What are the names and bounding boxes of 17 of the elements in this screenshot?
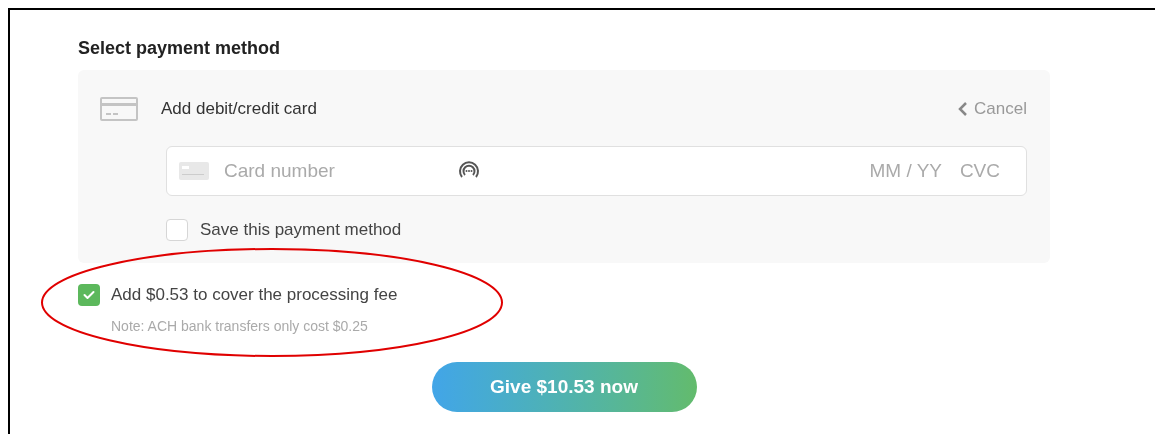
card-option-title: Add debit/credit card bbox=[161, 98, 317, 121]
expiry-input[interactable]: MM / YY bbox=[852, 156, 942, 186]
chevron-left-icon bbox=[958, 101, 969, 117]
card-input-field[interactable]: Card number MM / YY CVC bbox=[166, 146, 1027, 196]
fee-note: Note: ACH bank transfers only cost $0.25 bbox=[111, 317, 369, 336]
card-icon bbox=[179, 162, 209, 180]
save-option-label: Save this payment method bbox=[200, 219, 402, 241]
checkbox[interactable] bbox=[166, 218, 188, 241]
cancel-link[interactable]: Cancel bbox=[958, 96, 1027, 122]
fee-option-label: Add $0.53 to cover the processing fee bbox=[111, 284, 398, 307]
card-number-input[interactable]: Card number bbox=[224, 156, 454, 186]
give-button[interactable]: Give $10.53 now bbox=[431, 362, 697, 412]
cvc-input[interactable]: CVC bbox=[952, 156, 1000, 186]
credit-card-icon bbox=[100, 97, 138, 121]
checkmark-icon bbox=[83, 290, 95, 300]
section-heading: Select payment method bbox=[78, 37, 282, 60]
checkbox[interactable] bbox=[78, 284, 100, 306]
